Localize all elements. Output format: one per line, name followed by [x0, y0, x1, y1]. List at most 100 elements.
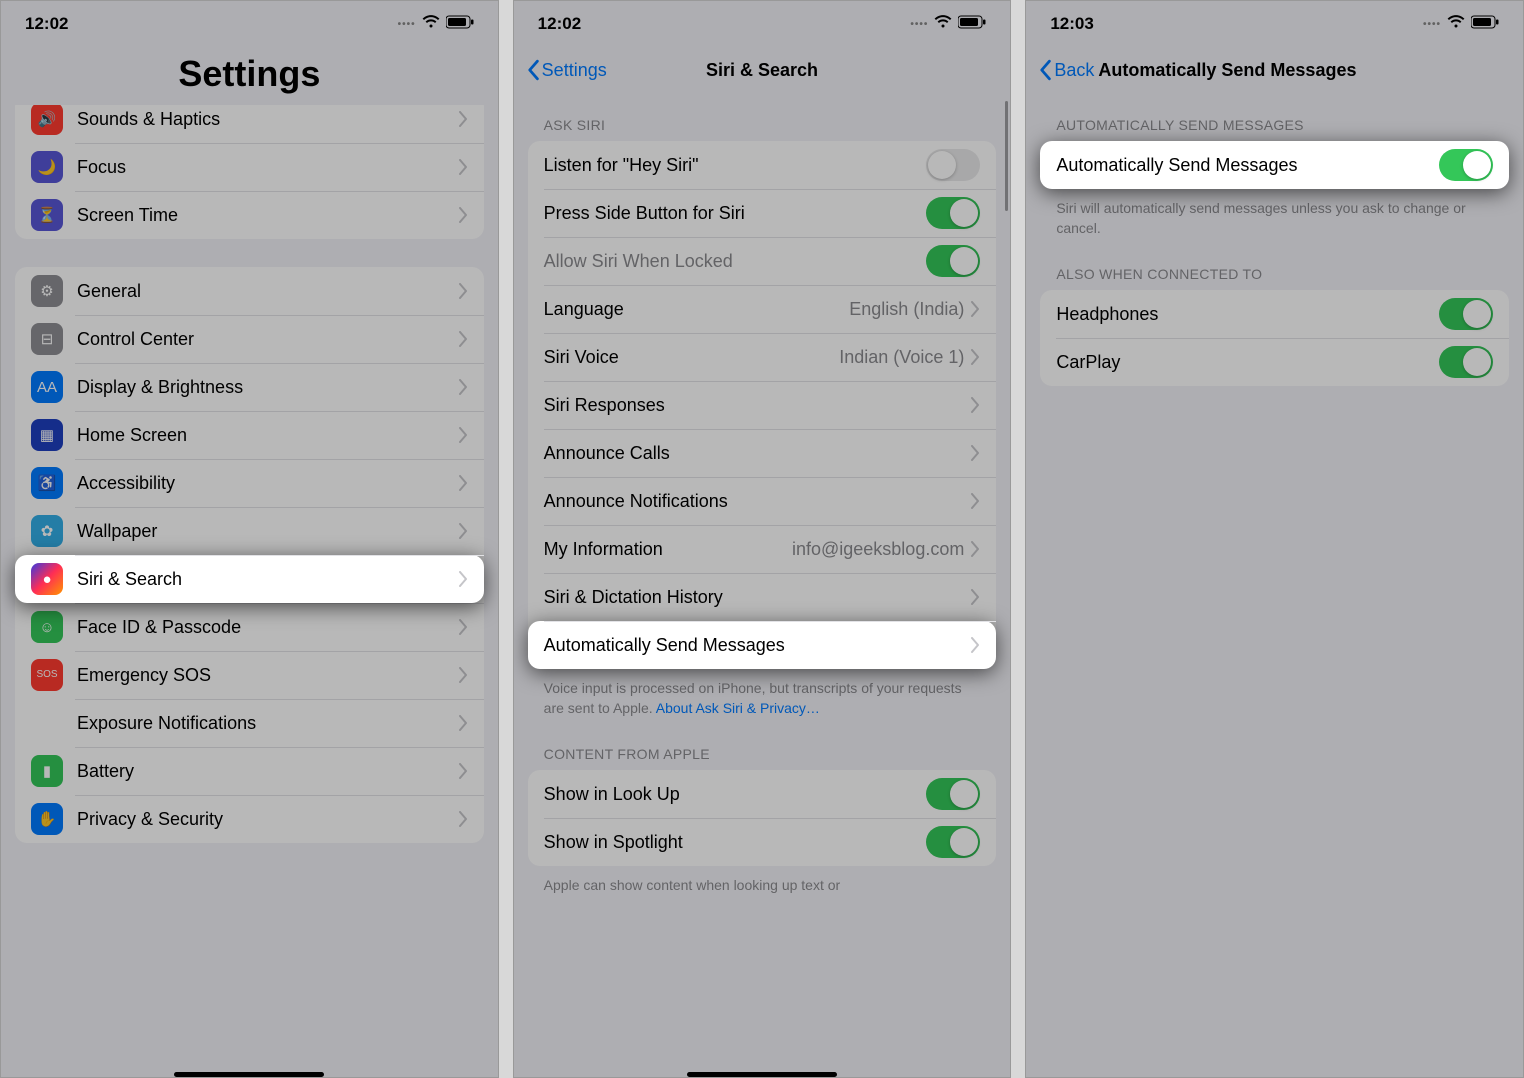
settings-row-face-id-passcode[interactable]: ☺Face ID & Passcode — [15, 603, 484, 651]
settings-row-wallpaper[interactable]: ✿Wallpaper — [15, 507, 484, 555]
chevron-right-icon — [458, 427, 468, 443]
toggle[interactable] — [926, 197, 980, 229]
row-value: English (India) — [849, 299, 964, 320]
settings-row-general[interactable]: ⚙General — [15, 267, 484, 315]
siri-row-announce-calls[interactable]: Announce Calls — [528, 429, 997, 477]
connected-row-headphones[interactable]: Headphones — [1040, 290, 1509, 338]
status-bar: 12:02 •••• — [514, 1, 1011, 47]
toggle[interactable] — [926, 826, 980, 858]
connected-row-carplay[interactable]: CarPlay — [1040, 338, 1509, 386]
settings-row-control-center[interactable]: ⊟ Control Center — [15, 315, 484, 363]
settings-row-display-brightness[interactable]: AADisplay & Brightness — [15, 363, 484, 411]
row-label: Announce Calls — [544, 443, 971, 464]
settings-row-home-screen[interactable]: ▦Home Screen — [15, 411, 484, 459]
siri-row-press-side-button-for-siri[interactable]: Press Side Button for Siri — [528, 189, 997, 237]
siri-row-my-information[interactable]: My Informationinfo@igeeksblog.com — [528, 525, 997, 573]
row-label: Automatically Send Messages — [1056, 155, 1439, 176]
cellular-dots-icon: •••• — [1423, 19, 1441, 30]
siri-row-siri-responses[interactable]: Siri Responses — [528, 381, 997, 429]
scroll-indicator[interactable] — [1005, 101, 1008, 211]
back-label: Settings — [542, 60, 607, 81]
row-value: info@igeeksblog.com — [792, 539, 964, 560]
status-bar: 12:02 •••• — [1, 1, 498, 47]
settings-row-privacy-security[interactable]: ✋Privacy & Security — [15, 795, 484, 843]
siri-row-announce-notifications[interactable]: Announce Notifications — [528, 477, 997, 525]
row-label: Control Center — [77, 329, 458, 350]
status-time: 12:02 — [25, 14, 68, 34]
home-indicator[interactable] — [687, 1072, 837, 1077]
siri-settings-list[interactable]: ASK SIRI Listen for "Hey Siri" Press Side… — [514, 93, 1011, 1077]
chevron-right-icon — [970, 541, 980, 557]
chevron-right-icon — [458, 763, 468, 779]
row-label: Show in Look Up — [544, 784, 927, 805]
siri-row-language[interactable]: LanguageEnglish (India) — [528, 285, 997, 333]
wifi-icon — [422, 14, 440, 34]
row-label: Wallpaper — [77, 521, 458, 542]
row-label: Show in Spotlight — [544, 832, 927, 853]
screentime-icon: ⏳ — [31, 199, 63, 231]
status-time: 12:03 — [1050, 14, 1093, 34]
battery-icon: ▮ — [31, 755, 63, 787]
chevron-right-icon — [970, 301, 980, 317]
battery-icon-status — [1471, 14, 1499, 34]
settings-row-emergency-sos[interactable]: SOSEmergency SOS — [15, 651, 484, 699]
chevron-right-icon — [458, 811, 468, 827]
page-title: Siri & Search — [706, 60, 818, 81]
settings-row-siri-search[interactable]: ●Siri & Search — [15, 555, 484, 603]
battery-icon-status — [446, 14, 474, 34]
settings-list[interactable]: 🔊Sounds & Haptics🌙Focus ⏳ Screen Time ⚙Gen… — [1, 105, 498, 1077]
chevron-right-icon — [458, 331, 468, 347]
row-label: Siri & Search — [77, 569, 458, 590]
row-label: Siri Responses — [544, 395, 971, 416]
chevron-right-icon — [458, 111, 468, 127]
control-center-icon: ⊟ — [31, 323, 63, 355]
home-indicator[interactable] — [174, 1072, 324, 1077]
chevron-right-icon — [458, 283, 468, 299]
row-label: My Information — [544, 539, 792, 560]
siri-row-automatically-send-messages[interactable]: Automatically Send Messages — [528, 621, 997, 669]
back-button[interactable]: Settings — [526, 59, 607, 81]
row-label: Accessibility — [77, 473, 458, 494]
row-label: Privacy & Security — [77, 809, 458, 830]
phone-auto-send: 12:03 •••• Back Automatically Send Messa… — [1025, 0, 1524, 1078]
privacy-link[interactable]: About Ask Siri & Privacy… — [656, 700, 820, 716]
settings-row-focus[interactable]: 🌙Focus — [15, 143, 484, 191]
section-header-ask-siri: ASK SIRI — [514, 93, 1011, 141]
toggle[interactable] — [1439, 346, 1493, 378]
row-label: Battery — [77, 761, 458, 782]
chevron-right-icon — [458, 475, 468, 491]
siri-row-siri-dictation-history[interactable]: Siri & Dictation History — [528, 573, 997, 621]
section-footer-ask-siri: Voice input is processed on iPhone, but … — [514, 669, 1011, 722]
toggle[interactable] — [926, 149, 980, 181]
cellular-dots-icon: •••• — [398, 19, 416, 30]
phone-settings: 12:02 •••• Settings 🔊Sounds & Haptics🌙Fo… — [0, 0, 499, 1078]
row-label: Focus — [77, 157, 458, 178]
content-row-show-in-look-up[interactable]: Show in Look Up — [528, 770, 997, 818]
auto-send-list[interactable]: AUTOMATICALLY SEND MESSAGES Automaticall… — [1026, 93, 1523, 1077]
toggle[interactable] — [926, 778, 980, 810]
row-label: Screen Time — [77, 205, 458, 226]
settings-row-battery[interactable]: ▮ Battery — [15, 747, 484, 795]
settings-row-screen-time[interactable]: ⏳ Screen Time — [15, 191, 484, 239]
settings-row-sounds-haptics[interactable]: 🔊Sounds & Haptics — [15, 105, 484, 143]
siri-row-allow-siri-when-locked[interactable]: Allow Siri When Locked — [528, 237, 997, 285]
settings-row-exposure-notifications[interactable]: ✺Exposure Notifications — [15, 699, 484, 747]
row-value: Indian (Voice 1) — [839, 347, 964, 368]
siri-row-siri-voice[interactable]: Siri VoiceIndian (Voice 1) — [528, 333, 997, 381]
auto-send-toggle[interactable] — [1439, 149, 1493, 181]
toggle[interactable] — [926, 245, 980, 277]
wifi-icon — [934, 14, 952, 34]
toggle[interactable] — [1439, 298, 1493, 330]
sos-icon: SOS — [31, 659, 63, 691]
row-label: Listen for "Hey Siri" — [544, 155, 927, 176]
auto-send-toggle-row[interactable]: Automatically Send Messages — [1040, 141, 1509, 189]
back-button[interactable]: Back — [1038, 59, 1094, 81]
row-label: Announce Notifications — [544, 491, 971, 512]
row-label: Press Side Button for Siri — [544, 203, 927, 224]
settings-row-accessibility[interactable]: ♿Accessibility — [15, 459, 484, 507]
row-label: Headphones — [1056, 304, 1439, 325]
cellular-dots-icon: •••• — [910, 19, 928, 30]
chevron-right-icon — [458, 159, 468, 175]
content-row-show-in-spotlight[interactable]: Show in Spotlight — [528, 818, 997, 866]
siri-row-listen-for-hey-siri-[interactable]: Listen for "Hey Siri" — [528, 141, 997, 189]
